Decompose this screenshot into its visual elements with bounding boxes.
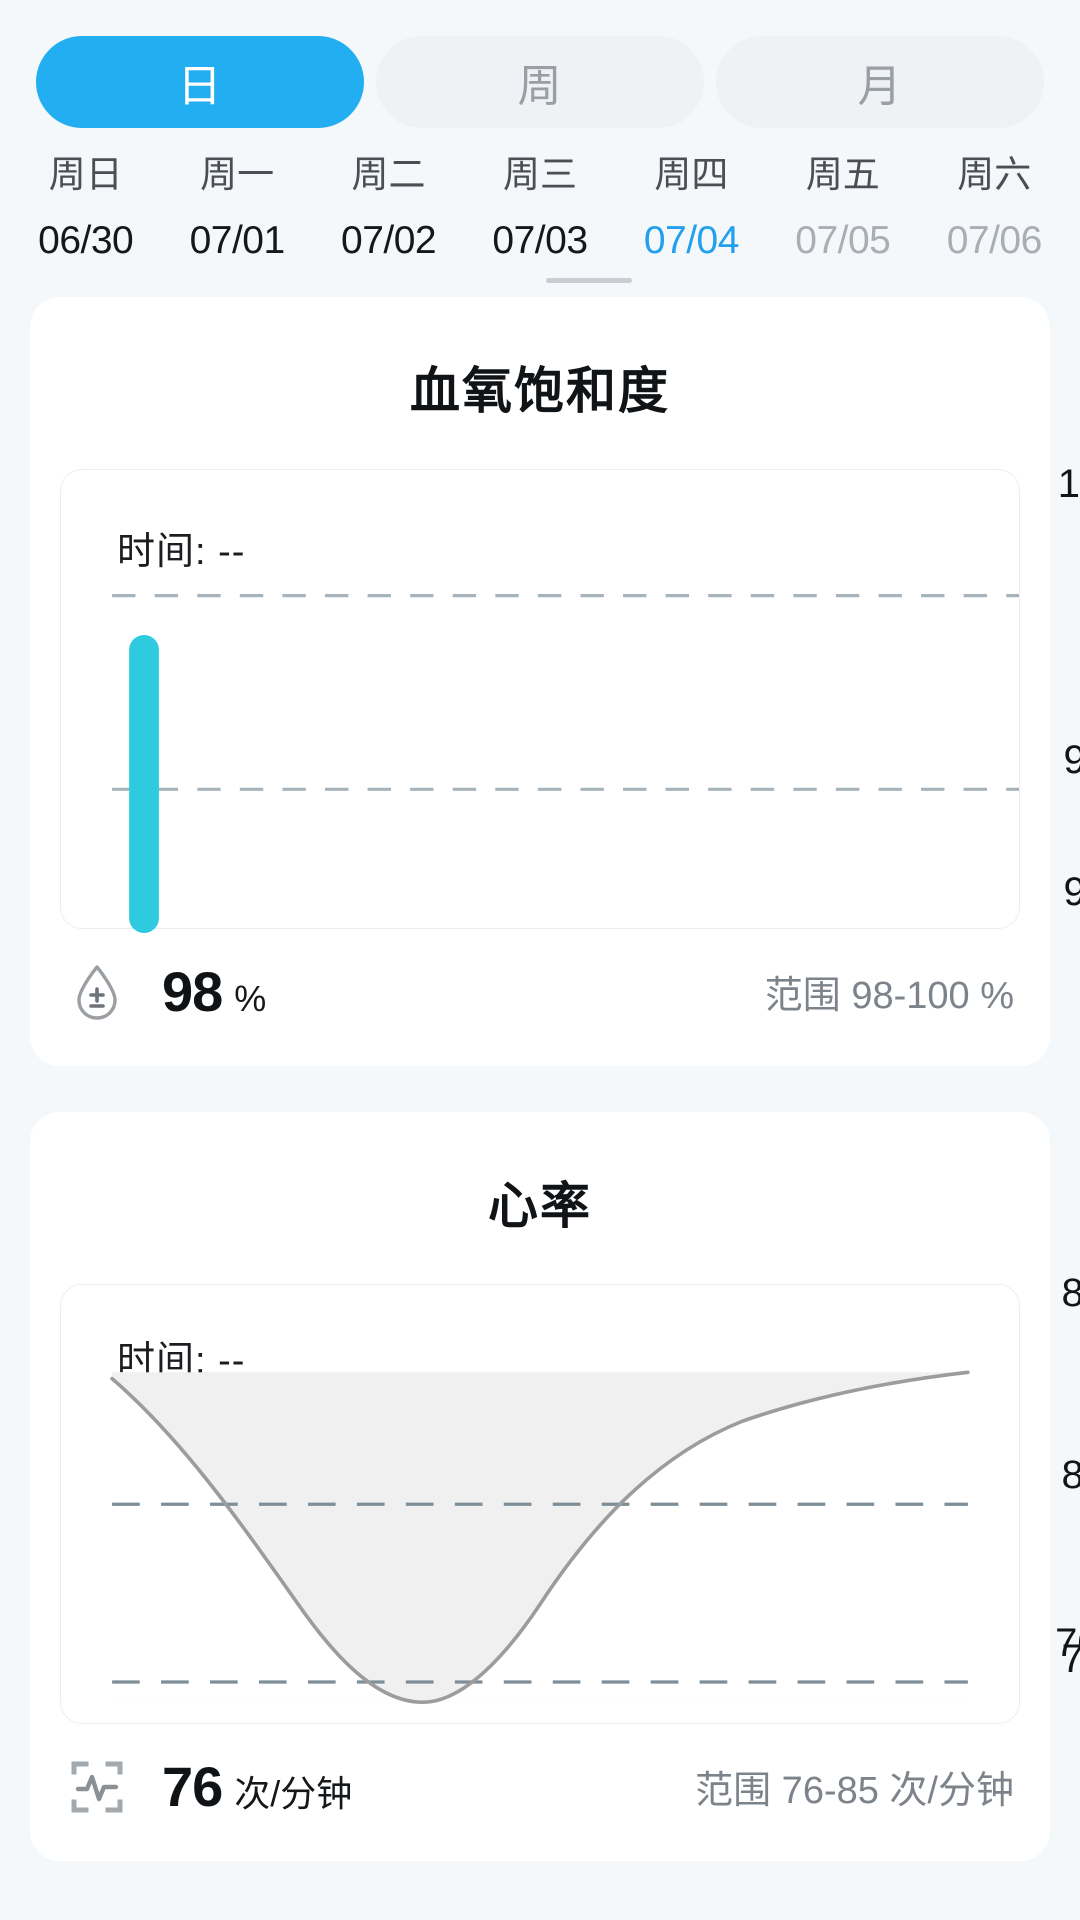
heart-rate-axis-label-765: 76.5 — [1055, 1621, 1080, 1666]
weekday-label-6: 周六 — [957, 154, 1032, 195]
tab-week-label: 周 — [517, 62, 563, 111]
heart-rate-value: 76 — [162, 1755, 223, 1819]
date-cell-3[interactable]: 07/03 — [464, 197, 615, 264]
date-label-0: 06/30 — [38, 218, 134, 262]
weekday-name-row: 周日 周一 周二 周三 周四 周五 周六 — [10, 128, 1070, 197]
drag-handle[interactable] — [546, 277, 632, 283]
tab-day[interactable]: 日 — [36, 36, 364, 128]
heart-rate-range: 范围 76-85 次/分钟 — [695, 1770, 1014, 1813]
week-day-selector[interactable]: 周日 周一 周二 周三 周四 周五 周六 06/30 07/01 07/02 0… — [0, 128, 1080, 263]
date-cell-0[interactable]: 06/30 — [10, 197, 161, 264]
date-label-3: 07/03 — [492, 218, 588, 262]
heart-rate-icon — [66, 1756, 128, 1818]
heart-rate-value-group: 76 次/分钟 — [162, 1754, 352, 1819]
date-cell-2[interactable]: 07/02 — [313, 197, 464, 264]
tab-week[interactable]: 周 — [376, 36, 704, 128]
weekday-cell-6[interactable]: 周六 — [919, 128, 1070, 197]
date-label-2: 07/02 — [341, 218, 437, 262]
weekday-date-row: 06/30 07/01 07/02 07/03 07/04 07/05 07/0… — [10, 197, 1070, 264]
weekday-cell-5[interactable]: 周五 — [767, 128, 918, 197]
blood-oxygen-range: 范围 98-100 % — [764, 975, 1014, 1018]
blood-oxygen-value-group: 98 % — [162, 959, 266, 1024]
weekday-label-0: 周日 — [48, 154, 123, 195]
weekday-label-3: 周三 — [502, 154, 577, 195]
tab-day-label: 日 — [177, 62, 223, 111]
heart-rate-chart[interactable]: 时间: -- 85 81 78 76.5 — [60, 1271, 1080, 1725]
weekday-cell-2[interactable]: 周二 — [313, 128, 464, 197]
blood-oxygen-axis-label-90: 90 — [1063, 870, 1080, 915]
heart-rate-unit: 次/分钟 — [234, 1773, 353, 1815]
blood-oxygen-plot — [112, 594, 1019, 934]
sheet-drag-handle-row — [0, 263, 1080, 297]
date-cell-4[interactable]: 07/04 — [616, 197, 767, 264]
blood-oxygen-value: 98 — [162, 960, 223, 1024]
date-cell-5[interactable]: 07/05 — [767, 197, 918, 264]
date-cell-6[interactable]: 07/06 — [919, 197, 1070, 264]
date-label-6: 07/06 — [946, 218, 1043, 262]
blood-oxygen-chart[interactable]: 时间: -- 100 95 90 — [60, 462, 1080, 934]
blood-oxygen-bar — [129, 635, 159, 934]
blood-oxygen-card: 血氧饱和度 时间: -- 100 95 90 98 % 范围 98-100 % — [30, 297, 1080, 1067]
heart-rate-card: 心率 时间: -- 85 81 78 76.5 76 — [30, 1112, 1080, 1862]
period-segmented-control[interactable]: 日 周 月 — [0, 0, 1080, 128]
blood-drop-icon — [66, 961, 128, 1023]
blood-oxygen-axis-label-95: 95 — [1063, 738, 1080, 783]
date-label-1: 07/01 — [189, 218, 286, 262]
blood-oxygen-title: 血氧饱和度 — [410, 363, 670, 420]
heart-rate-axis-label-85: 85 — [1061, 1271, 1080, 1316]
tab-month[interactable]: 月 — [716, 36, 1044, 128]
weekday-label-2: 周二 — [351, 154, 426, 195]
weekday-label-4: 周四 — [654, 154, 729, 195]
weekday-label-5: 周五 — [805, 154, 880, 195]
date-label-5: 07/05 — [795, 218, 891, 262]
blood-oxygen-axis-label-100: 100 — [1057, 462, 1080, 507]
heart-rate-title: 心率 — [488, 1178, 592, 1235]
weekday-label-1: 周一 — [200, 154, 275, 195]
weekday-cell-1[interactable]: 周一 — [161, 128, 312, 197]
weekday-cell-3[interactable]: 周三 — [464, 128, 615, 197]
tab-month-label: 月 — [857, 62, 903, 111]
weekday-cell-4[interactable]: 周四 — [616, 128, 767, 197]
blood-oxygen-unit: % — [234, 978, 267, 1020]
heart-rate-axis-label-81: 81 — [1061, 1453, 1080, 1498]
weekday-cell-0[interactable]: 周日 — [10, 128, 161, 197]
heart-rate-plot — [110, 1370, 970, 1705]
date-label-4: 07/04 — [643, 218, 740, 262]
date-cell-1[interactable]: 07/01 — [161, 197, 312, 264]
